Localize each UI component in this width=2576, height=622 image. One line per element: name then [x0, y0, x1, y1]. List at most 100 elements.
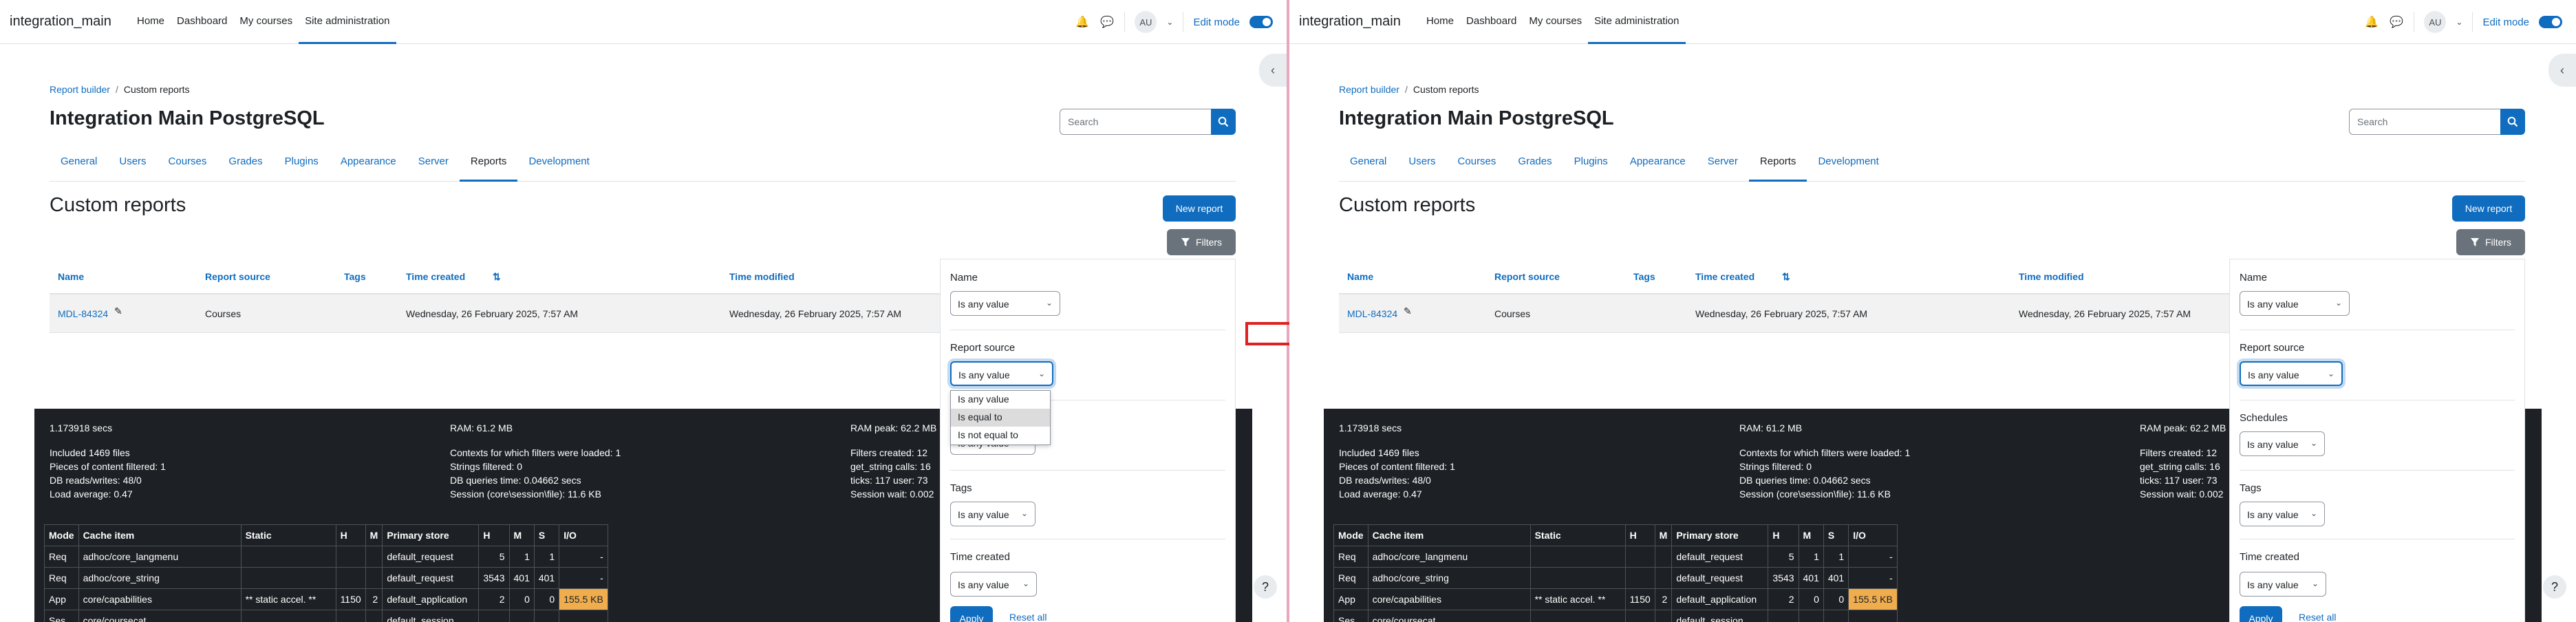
nav-home[interactable]: Home — [131, 0, 171, 44]
reset-all-link[interactable]: Reset all — [1009, 612, 1046, 622]
avatar[interactable]: AU — [1135, 11, 1157, 33]
cache-cell: 2 — [365, 588, 383, 610]
bell-icon[interactable]: 🔔 — [2364, 14, 2379, 30]
nav-dashboard[interactable]: Dashboard — [171, 0, 233, 44]
report-name-link[interactable]: MDL-84324 — [58, 308, 108, 319]
tab-general[interactable]: General — [50, 144, 108, 182]
sort-desc-icon[interactable]: ⇅ — [1782, 271, 1790, 283]
site-name[interactable]: integration_main — [10, 14, 111, 30]
filter-name-select[interactable]: Is any value ⌄ — [950, 291, 1060, 316]
tab-users[interactable]: Users — [1397, 144, 1446, 182]
tab-courses[interactable]: Courses — [1447, 144, 1507, 182]
nav-site-administration[interactable]: Site administration — [1588, 0, 1686, 44]
filters-button[interactable]: Filters — [1167, 229, 1236, 255]
column-time-created[interactable]: Time created — [406, 271, 465, 282]
message-icon[interactable]: 💬 — [2389, 14, 2404, 30]
search-button[interactable] — [2500, 109, 2525, 135]
admin-search: Search — [1060, 109, 1236, 135]
cache-cell: 0 — [533, 588, 560, 610]
filters-button[interactable]: Filters — [2456, 229, 2525, 255]
chevron-down-icon[interactable]: ⌄ — [2456, 17, 2462, 27]
help-button[interactable]: ? — [1254, 575, 1277, 599]
column-tags[interactable]: Tags — [1633, 271, 1655, 282]
nav-dashboard[interactable]: Dashboard — [1460, 0, 1523, 44]
filter-report-source-select[interactable]: Is any value ⌄ — [950, 361, 1053, 386]
drawer-toggle-button[interactable]: ‹ — [2548, 54, 2576, 87]
perf-db-time: DB queries time: 0.04662 secs — [450, 475, 581, 486]
nav-site-administration[interactable]: Site administration — [299, 0, 396, 44]
nav-my-courses[interactable]: My courses — [1523, 0, 1588, 44]
column-report-source[interactable]: Report source — [205, 271, 270, 282]
search-input[interactable]: Search — [1060, 109, 1211, 135]
filter-tags-select[interactable]: Is any value ⌄ — [950, 502, 1035, 526]
column-time-modified[interactable]: Time modified — [2019, 271, 2084, 282]
tab-server[interactable]: Server — [407, 144, 460, 182]
search-input[interactable]: Search — [2349, 109, 2500, 135]
tab-users[interactable]: Users — [108, 144, 157, 182]
bell-icon[interactable]: 🔔 — [1075, 14, 1090, 30]
report-name-link[interactable]: MDL-84324 — [1347, 308, 1397, 319]
cache-cell — [335, 610, 366, 622]
sort-desc-icon[interactable]: ⇅ — [493, 271, 501, 283]
tab-appearance[interactable]: Appearance — [1619, 144, 1697, 182]
filter-schedules: Schedules Is any value ⌄ — [2240, 412, 2515, 456]
filter-time-created-select[interactable]: Is any value ⌄ — [2240, 572, 2326, 597]
pencil-icon[interactable]: ✎ — [114, 305, 122, 317]
perf-db-rw: DB reads/writes: 48/0 — [50, 475, 142, 486]
admin-tabs: General Users Courses Grades Plugins App… — [50, 144, 1236, 182]
column-report-source[interactable]: Report source — [1494, 271, 1560, 282]
reset-all-link[interactable]: Reset all — [2299, 612, 2336, 622]
tab-development[interactable]: Development — [517, 144, 600, 182]
apply-button[interactable]: Apply — [950, 606, 993, 622]
dropdown-option-equal[interactable]: Is equal to — [951, 409, 1050, 427]
dropdown-option-not-equal[interactable]: Is not equal to — [951, 427, 1050, 444]
tab-reports[interactable]: Reports — [459, 144, 518, 182]
breadcrumb-report-builder[interactable]: Report builder — [50, 84, 110, 95]
filter-schedules-select[interactable]: Is any value ⌄ — [2240, 431, 2325, 456]
tab-plugins[interactable]: Plugins — [274, 144, 330, 182]
column-name[interactable]: Name — [1347, 271, 1373, 282]
column-tags[interactable]: Tags — [344, 271, 366, 282]
cache-col-h: H — [1624, 524, 1655, 546]
nav-home[interactable]: Home — [1420, 0, 1460, 44]
site-name[interactable]: integration_main — [1299, 14, 1401, 30]
new-report-button[interactable]: New report — [1163, 195, 1236, 222]
avatar[interactable]: AU — [2424, 11, 2447, 33]
cache-cell: 0 — [1798, 588, 1824, 610]
table-row: App core/capabilities ** static accel. ** 1… — [44, 588, 608, 610]
column-name[interactable]: Name — [58, 271, 84, 282]
perf-contexts: Contexts for which filters were loaded: … — [1739, 447, 1911, 458]
tab-plugins[interactable]: Plugins — [1563, 144, 1619, 182]
filter-tags-select[interactable]: Is any value ⌄ — [2240, 502, 2325, 526]
edit-mode-toggle[interactable] — [2539, 16, 2562, 28]
cache-col-h: H — [335, 524, 366, 546]
message-icon[interactable]: 💬 — [1099, 14, 1115, 30]
tab-appearance[interactable]: Appearance — [330, 144, 407, 182]
filter-report-source-label: Report source — [2240, 342, 2305, 354]
tab-server[interactable]: Server — [1697, 144, 1749, 182]
perf-strings-filtered: Strings filtered: 0 — [1739, 461, 1812, 472]
dropdown-option-any[interactable]: Is any value — [951, 391, 1050, 409]
tab-development[interactable]: Development — [1807, 144, 1889, 182]
filter-time-created-select[interactable]: Is any value ⌄ — [950, 572, 1037, 597]
filter-report-source-select[interactable]: Is any value ⌄ — [2240, 361, 2343, 386]
apply-button[interactable]: Apply — [2240, 606, 2282, 622]
breadcrumb-report-builder[interactable]: Report builder — [1339, 84, 1399, 95]
column-time-modified[interactable]: Time modified — [729, 271, 795, 282]
search-button[interactable] — [1211, 109, 1236, 135]
chevron-down-icon[interactable]: ⌄ — [1166, 17, 1173, 27]
drawer-toggle-button[interactable]: ‹ — [1259, 54, 1287, 87]
filter-name-select[interactable]: Is any value ⌄ — [2240, 291, 2350, 316]
nav-my-courses[interactable]: My courses — [233, 0, 299, 44]
tab-grades[interactable]: Grades — [217, 144, 273, 182]
help-button[interactable]: ? — [2543, 575, 2566, 599]
tab-courses[interactable]: Courses — [158, 144, 218, 182]
new-report-button[interactable]: New report — [2452, 195, 2525, 222]
tab-reports[interactable]: Reports — [1748, 144, 1807, 182]
tab-grades[interactable]: Grades — [1507, 144, 1563, 182]
column-time-created[interactable]: Time created — [1695, 271, 1754, 282]
edit-mode-toggle[interactable] — [1249, 16, 1273, 28]
pencil-icon[interactable]: ✎ — [1404, 305, 1412, 317]
tab-general[interactable]: General — [1339, 144, 1397, 182]
chevron-down-icon: ⌄ — [1045, 298, 1053, 308]
